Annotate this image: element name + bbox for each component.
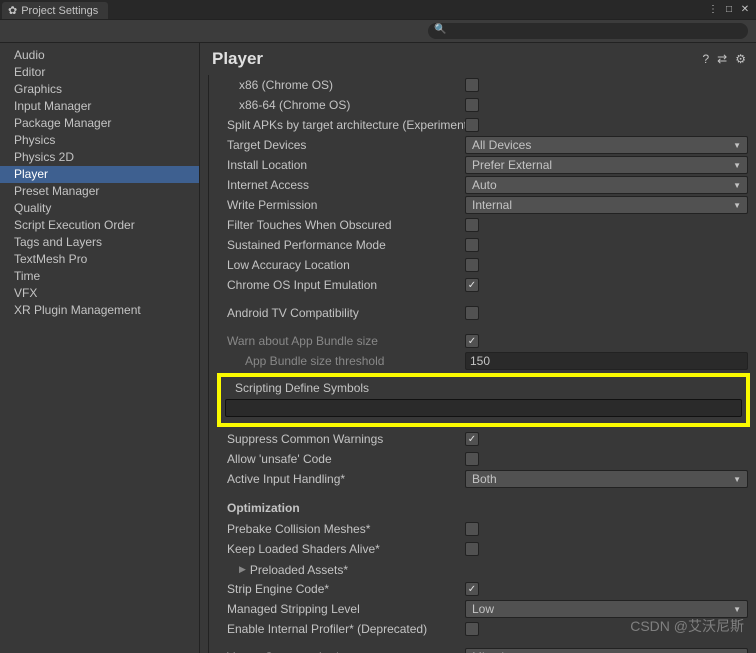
- search-bar: 🔍: [0, 20, 756, 43]
- sidebar-item-input-manager[interactable]: Input Manager: [0, 98, 199, 115]
- gear-icon: ✿: [8, 4, 17, 17]
- sidebar-item-time[interactable]: Time: [0, 268, 199, 285]
- label-write-permission: Write Permission: [209, 198, 465, 212]
- label-split-apks: Split APKs by target architecture (Exper…: [209, 118, 465, 132]
- chevron-down-icon: ▼: [733, 201, 741, 210]
- maximize-icon[interactable]: □: [722, 2, 736, 16]
- content-panel: Player ? ⇄ ⚙ x86 (Chrome OS) x86-64 (Chr…: [200, 43, 756, 653]
- label-low-accuracy: Low Accuracy Location: [209, 258, 465, 272]
- preset-icon[interactable]: ⇄: [717, 52, 727, 66]
- page-title: Player: [212, 49, 263, 69]
- sidebar-item-preset-manager[interactable]: Preset Manager: [0, 183, 199, 200]
- sidebar-item-script-execution-order[interactable]: Script Execution Order: [0, 217, 199, 234]
- search-icon: 🔍: [434, 24, 446, 35]
- label-x86: x86 (Chrome OS): [209, 78, 465, 92]
- section-optimization: Optimization: [209, 489, 756, 519]
- dropdown-vertex-compression[interactable]: Mixed...▼: [465, 648, 748, 653]
- label-android-tv: Android TV Compatibility: [209, 306, 465, 320]
- sidebar-item-vfx[interactable]: VFX: [0, 285, 199, 302]
- checkbox-enable-profiler[interactable]: [465, 622, 479, 636]
- chevron-down-icon: ▼: [733, 141, 741, 150]
- label-warn-bundle: Warn about App Bundle size: [209, 334, 465, 348]
- label-x86-64: x86-64 (Chrome OS): [209, 98, 465, 112]
- help-icon[interactable]: ?: [702, 52, 709, 66]
- checkbox-android-tv[interactable]: [465, 306, 479, 320]
- sidebar-item-graphics[interactable]: Graphics: [0, 81, 199, 98]
- label-internet-access: Internet Access: [209, 178, 465, 192]
- checkbox-prebake[interactable]: [465, 522, 479, 536]
- settings-gear-icon[interactable]: ⚙: [735, 52, 746, 66]
- label-suppress-warnings: Suppress Common Warnings: [209, 432, 465, 446]
- dropdown-active-input[interactable]: Both▼: [465, 470, 748, 488]
- label-allow-unsafe: Allow 'unsafe' Code: [209, 452, 465, 466]
- highlight-scripting-defines: Scripting Define Symbols: [217, 373, 750, 427]
- checkbox-strip-engine[interactable]: ✓: [465, 582, 479, 596]
- label-enable-profiler: Enable Internal Profiler* (Deprecated): [209, 622, 465, 636]
- chevron-down-icon: ▼: [733, 605, 741, 614]
- menu-icon[interactable]: ⋮: [706, 2, 720, 16]
- checkbox-sustained-perf[interactable]: [465, 238, 479, 252]
- sidebar-item-physics-2d[interactable]: Physics 2D: [0, 149, 199, 166]
- close-icon[interactable]: ✕: [738, 2, 752, 16]
- checkbox-chrome-input[interactable]: ✓: [465, 278, 479, 292]
- sidebar-item-editor[interactable]: Editor: [0, 64, 199, 81]
- sidebar-item-quality[interactable]: Quality: [0, 200, 199, 217]
- checkbox-split-apks[interactable]: [465, 118, 479, 132]
- search-input[interactable]: [428, 23, 748, 39]
- sidebar-item-physics[interactable]: Physics: [0, 132, 199, 149]
- label-bundle-threshold: App Bundle size threshold: [209, 354, 465, 368]
- checkbox-low-accuracy[interactable]: [465, 258, 479, 272]
- triangle-right-icon: ▶: [239, 564, 246, 575]
- checkbox-warn-bundle[interactable]: ✓: [465, 334, 479, 348]
- sidebar-item-textmesh-pro[interactable]: TextMesh Pro: [0, 251, 199, 268]
- sidebar-item-xr-plugin-management[interactable]: XR Plugin Management: [0, 302, 199, 319]
- label-preloaded-assets[interactable]: ▶Preloaded Assets*: [209, 561, 465, 577]
- sidebar: AudioEditorGraphicsInput ManagerPackage …: [0, 43, 200, 653]
- label-sustained-perf: Sustained Performance Mode: [209, 238, 465, 252]
- watermark: CSDN @艾沃尼斯: [630, 616, 744, 636]
- label-install-location: Install Location: [209, 158, 465, 172]
- chevron-down-icon: ▼: [733, 475, 741, 484]
- checkbox-x86-64[interactable]: [465, 98, 479, 112]
- checkbox-x86[interactable]: [465, 78, 479, 92]
- sidebar-item-player[interactable]: Player: [0, 166, 199, 183]
- label-strip-engine: Strip Engine Code*: [209, 582, 465, 596]
- sidebar-item-audio[interactable]: Audio: [0, 47, 199, 64]
- chevron-down-icon: ▼: [733, 161, 741, 170]
- tab-label: Project Settings: [21, 5, 98, 17]
- sidebar-item-package-manager[interactable]: Package Manager: [0, 115, 199, 132]
- dropdown-install-location[interactable]: Prefer External▼: [465, 156, 748, 174]
- tab-bar: ✿ Project Settings: [0, 0, 756, 20]
- checkbox-suppress-warnings[interactable]: ✓: [465, 432, 479, 446]
- chevron-down-icon: ▼: [733, 181, 741, 190]
- label-filter-touches: Filter Touches When Obscured: [209, 218, 465, 232]
- label-active-input: Active Input Handling*: [209, 472, 465, 486]
- checkbox-keep-shaders[interactable]: [465, 542, 479, 556]
- dropdown-internet-access[interactable]: Auto▼: [465, 176, 748, 194]
- input-bundle-threshold[interactable]: [465, 352, 748, 370]
- checkbox-allow-unsafe[interactable]: [465, 452, 479, 466]
- label-keep-shaders: Keep Loaded Shaders Alive*: [209, 542, 465, 556]
- sidebar-item-tags-and-layers[interactable]: Tags and Layers: [0, 234, 199, 251]
- tab-project-settings[interactable]: ✿ Project Settings: [2, 2, 108, 19]
- label-target-devices: Target Devices: [209, 138, 465, 152]
- label-prebake: Prebake Collision Meshes*: [209, 522, 465, 536]
- dropdown-target-devices[interactable]: All Devices▼: [465, 136, 748, 154]
- input-scripting-defines[interactable]: [225, 399, 742, 417]
- checkbox-filter-touches[interactable]: [465, 218, 479, 232]
- label-scripting-defines: Scripting Define Symbols: [225, 381, 742, 395]
- label-chrome-input: Chrome OS Input Emulation: [209, 278, 465, 292]
- label-managed-strip: Managed Stripping Level: [209, 602, 465, 616]
- dropdown-write-permission[interactable]: Internal▼: [465, 196, 748, 214]
